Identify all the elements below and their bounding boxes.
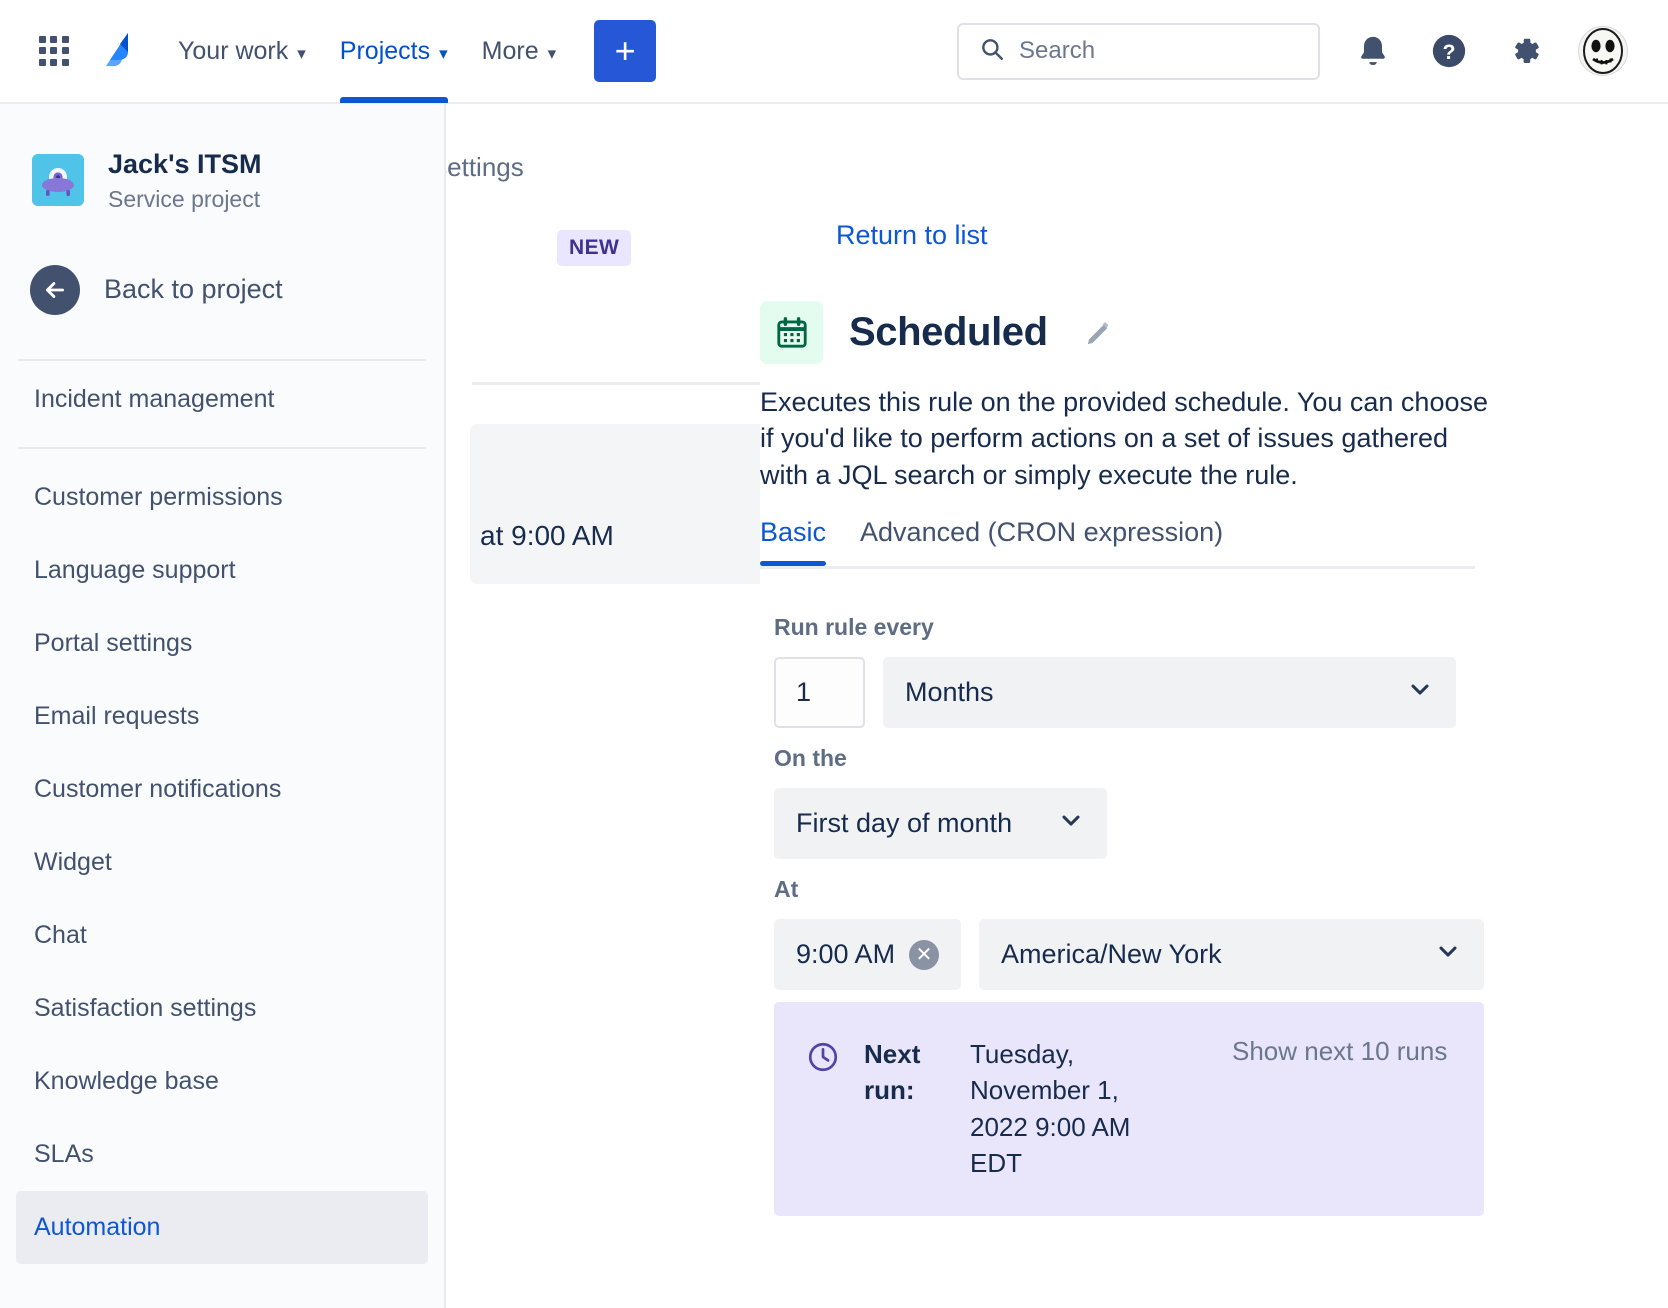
chevron-down-icon: [1057, 806, 1085, 841]
chevron-down-icon: [1406, 675, 1434, 710]
sidebar-item-slas[interactable]: SLAs: [0, 1118, 444, 1191]
sidebar-item-language-support[interactable]: Language support: [0, 534, 444, 607]
next-run-label: Next run:: [864, 1039, 921, 1106]
on-the-select[interactable]: First day of month: [774, 788, 1107, 859]
interval-unit-select[interactable]: Months: [883, 657, 1456, 728]
clock-icon: [806, 1040, 840, 1079]
clear-x-icon[interactable]: ✕: [909, 939, 939, 970]
chevron-down-icon: ▾: [297, 43, 306, 63]
arrow-left-icon: [30, 264, 80, 315]
sidebar-item-incident-management[interactable]: Incident management: [0, 361, 444, 439]
timezone-value: America/New York: [1001, 939, 1222, 969]
interval-unit-value: Months: [905, 677, 994, 707]
sidebar-item-portal-settings[interactable]: Portal settings: [0, 607, 444, 680]
search-placeholder: Search: [1019, 37, 1096, 64]
project-header-text: Jack's ITSM Service project: [108, 148, 262, 213]
nav-link-your-work[interactable]: Your work ▾: [178, 0, 306, 103]
create-button[interactable]: +: [594, 20, 657, 82]
tab-basic[interactable]: Basic: [760, 517, 827, 566]
run-rule-every-label: Run rule every: [774, 614, 934, 640]
chevron-down-icon: ▾: [547, 43, 557, 63]
background-rule-card[interactable]: at 9:00 AM: [470, 424, 770, 584]
project-header[interactable]: Jack's ITSM Service project: [0, 104, 444, 213]
rule-description: Executes this rule on the provided sched…: [760, 387, 1488, 490]
grid-apps-icon[interactable]: [32, 29, 76, 73]
app-root: oject settings NEW at 9:00 AM Your work …: [0, 0, 1668, 1308]
new-badge: NEW: [557, 230, 632, 266]
nav-left-group: Your work ▾ Projects ▾ More ▾ +: [0, 0, 657, 103]
sidebar-item-customer-permissions[interactable]: Customer permissions: [0, 461, 444, 534]
project-type: Service project: [108, 185, 261, 212]
on-the-label: On the: [774, 745, 847, 771]
next-run-panel: Next run: Tuesday, November 1, 2022 9:00…: [774, 1002, 1484, 1216]
rule-header: Scheduled: [760, 301, 1114, 364]
chevron-down-icon: [1434, 937, 1462, 972]
timezone-select[interactable]: America/New York: [979, 919, 1484, 990]
tab-row: Basic Advanced (CRON expression): [760, 517, 1475, 566]
sidebar-item-chat[interactable]: Chat: [0, 899, 444, 972]
project-name: Jack's ITSM: [108, 149, 262, 179]
sidebar-item-email-requests[interactable]: Email requests: [0, 680, 444, 753]
tab-underline: [760, 566, 1475, 569]
on-the-value: First day of month: [796, 808, 1013, 838]
sidebar-item-widget[interactable]: Widget: [0, 826, 444, 899]
nav-right-group: Search ?: [957, 22, 1668, 80]
at-label: At: [774, 876, 799, 902]
chevron-down-icon: ▾: [439, 43, 448, 63]
interval-number-input[interactable]: 1: [774, 657, 865, 728]
back-to-project-label: Back to project: [104, 274, 283, 305]
run-rule-every-row: 1 Months: [774, 657, 1456, 728]
sidebar-item-automation[interactable]: Automation: [16, 1190, 428, 1264]
on-the-group: On the First day of month: [774, 745, 1107, 859]
nav-link-label: Projects: [339, 36, 431, 65]
sidebar-item-satisfaction-settings[interactable]: Satisfaction settings: [0, 972, 444, 1045]
background-card-text: at 9:00 AM: [480, 520, 614, 551]
top-navigation-bar: Your work ▾ Projects ▾ More ▾ + Search ?: [0, 0, 1668, 104]
project-settings-sidebar: Jack's ITSM Service project Back to proj…: [0, 104, 446, 1308]
gear-icon[interactable]: [1502, 28, 1548, 74]
return-to-list-link[interactable]: Return to list: [836, 220, 988, 251]
jira-logo-icon[interactable]: [98, 28, 144, 74]
rule-mode-tabs: Basic Advanced (CRON expression): [760, 517, 1475, 569]
search-icon: [979, 36, 1005, 67]
nav-link-projects[interactable]: Projects ▾: [339, 0, 448, 103]
show-next-runs-link[interactable]: Show next 10 runs: [1232, 1036, 1447, 1067]
sidebar-item-knowledge-base[interactable]: Knowledge base: [0, 1045, 444, 1118]
at-row: 9:00 AM ✕ America/New York: [774, 919, 1484, 990]
nav-link-label: More: [481, 36, 539, 65]
sidebar-item-customer-notifications[interactable]: Customer notifications: [0, 753, 444, 826]
at-group: At 9:00 AM ✕ America/New York: [774, 876, 1484, 990]
next-run-value: Tuesday, November 1, 2022 9:00 AM EDT: [970, 1039, 1131, 1179]
time-value: 9:00 AM: [796, 939, 896, 969]
notification-bell-icon[interactable]: [1350, 28, 1396, 74]
svg-text:?: ?: [1442, 40, 1455, 64]
page-title: Scheduled: [849, 310, 1048, 354]
help-question-icon[interactable]: ?: [1426, 28, 1472, 74]
rule-component-detail-panel: Return to list Scheduled Executes this r…: [760, 104, 1668, 1308]
time-input[interactable]: 9:00 AM ✕: [774, 919, 961, 990]
calendar-icon: [760, 301, 823, 364]
back-to-project-link[interactable]: Back to project: [0, 213, 444, 315]
search-input[interactable]: Search: [957, 22, 1320, 80]
project-ufo-avatar: [32, 154, 84, 207]
nav-link-more[interactable]: More ▾: [482, 0, 557, 103]
tab-advanced-cron[interactable]: Advanced (CRON expression): [860, 517, 1223, 566]
pencil-edit-icon[interactable]: [1084, 318, 1114, 348]
nav-link-label: Your work: [178, 36, 289, 65]
user-avatar-skull-face[interactable]: [1578, 26, 1628, 76]
run-rule-every-group: Run rule every 1 Months: [774, 614, 1456, 728]
